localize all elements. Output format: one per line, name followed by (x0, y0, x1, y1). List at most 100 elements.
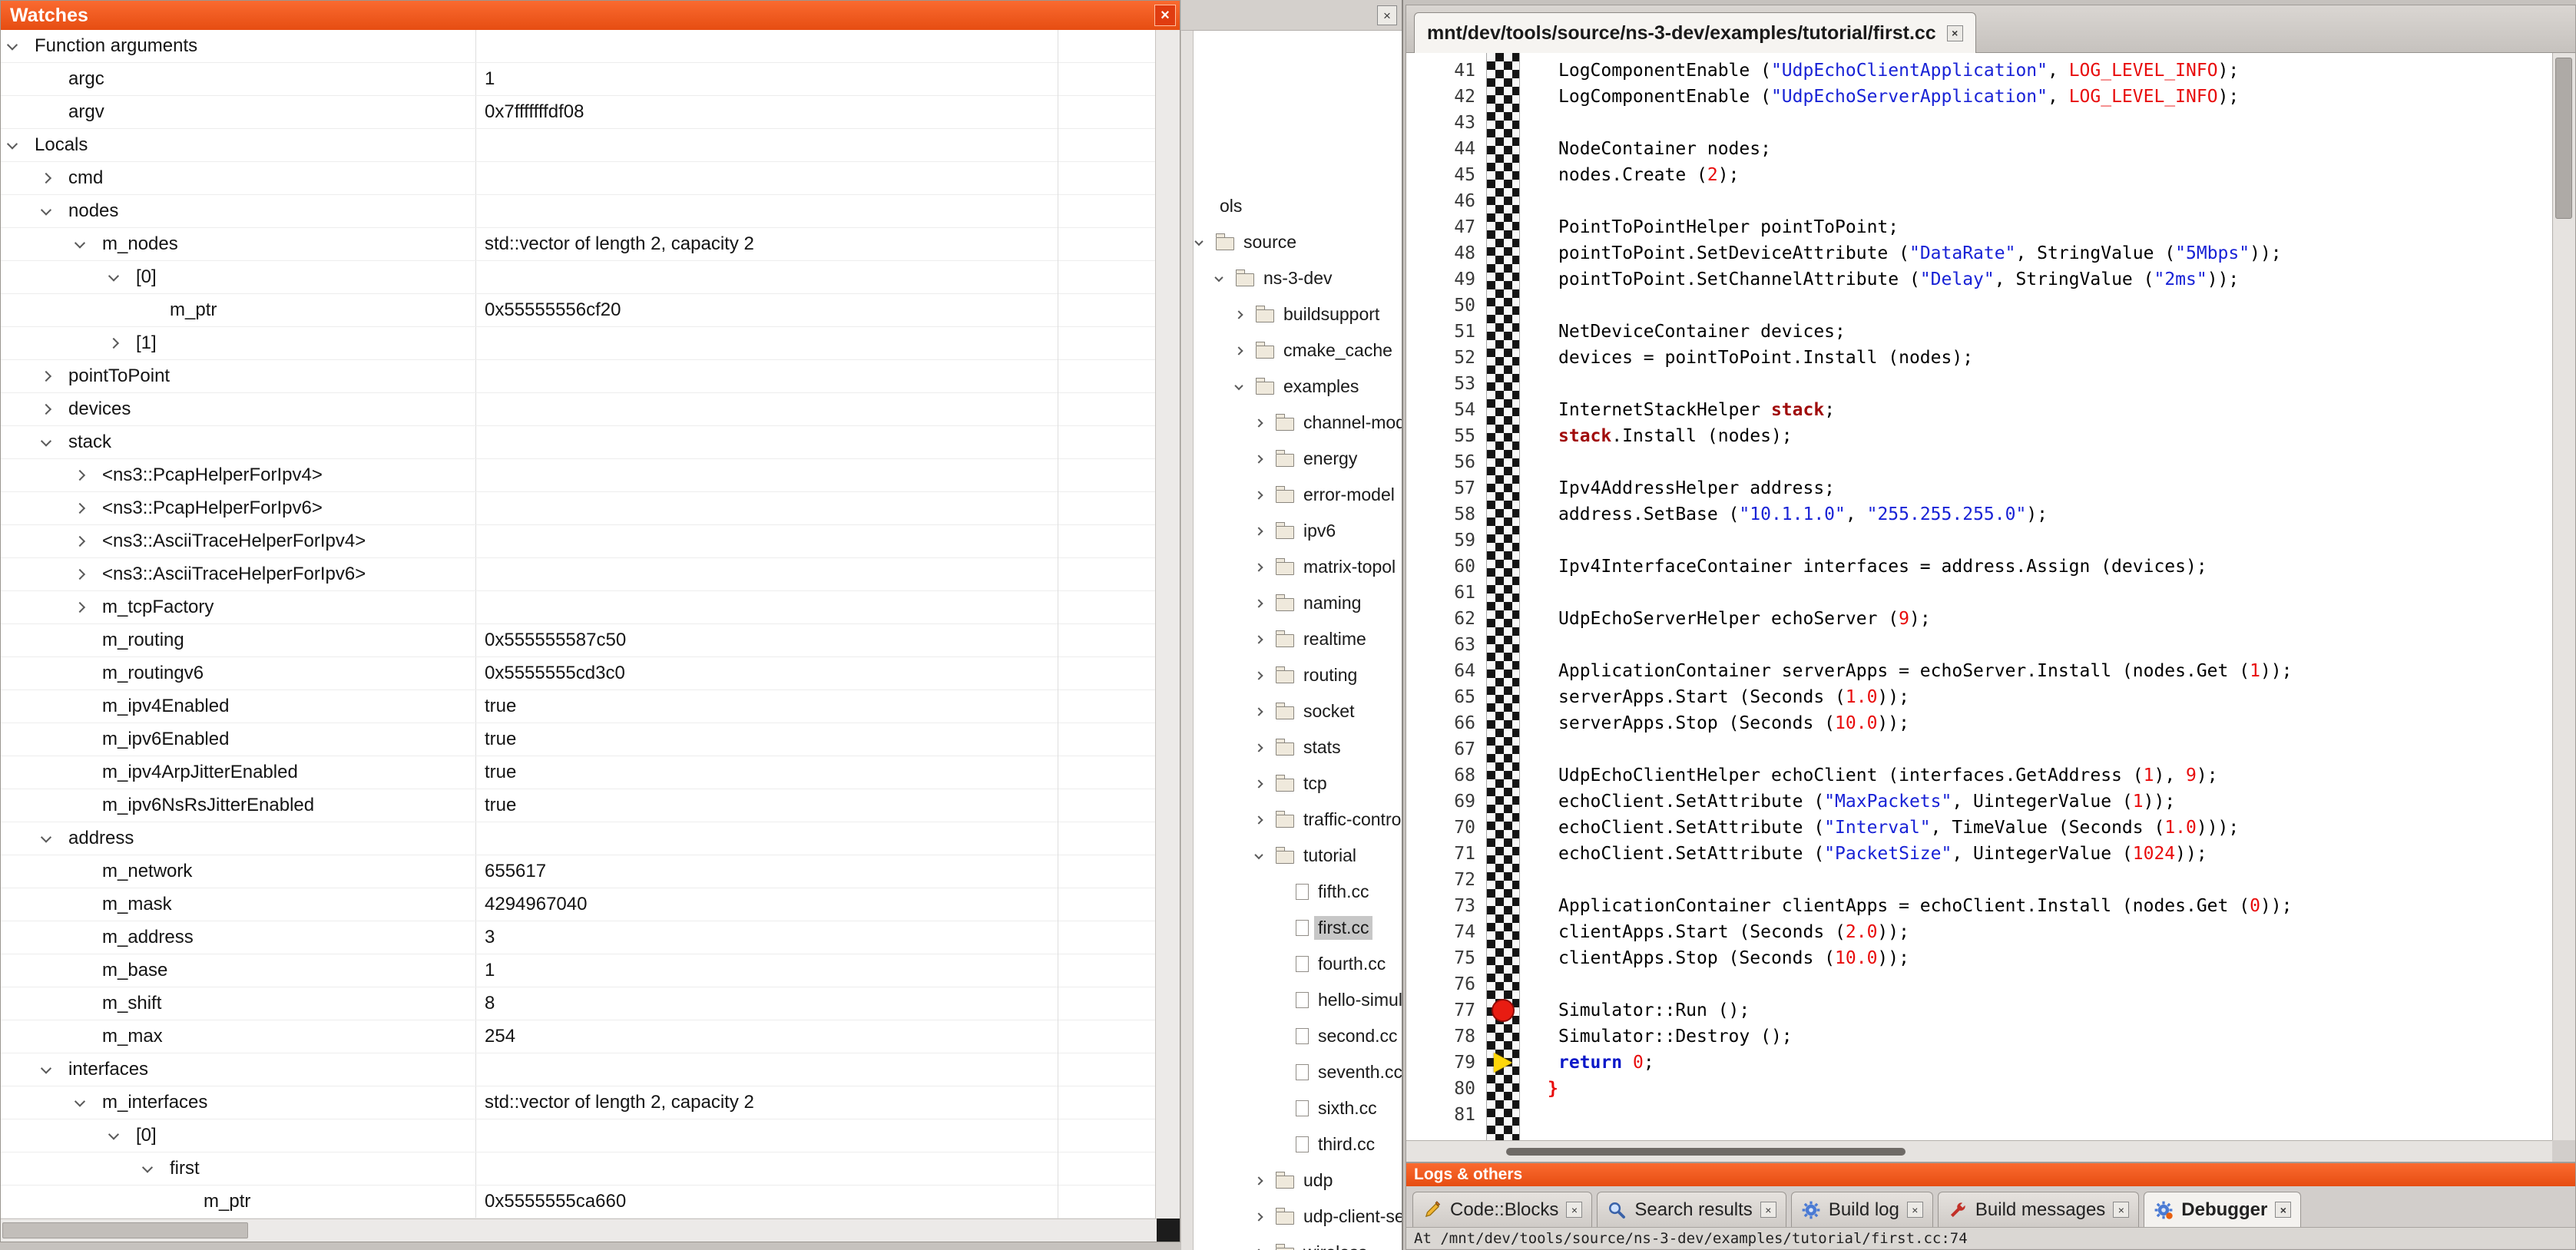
code-line[interactable]: Simulator::Run (); (1520, 997, 2552, 1023)
watch-row[interactable]: m_ipv4ArpJitterEnabledtrue (1, 756, 1155, 789)
expand-arrow-icon[interactable] (1254, 527, 1263, 535)
line-number[interactable]: 78 (1406, 1023, 1486, 1050)
collapse-arrow-icon[interactable] (1254, 850, 1263, 858)
watch-row[interactable]: m_ptr0x55555556cf20 (1, 294, 1155, 327)
code-line[interactable] (1520, 188, 2552, 214)
tree-item[interactable]: sixth.cc (1194, 1090, 1402, 1126)
watch-row[interactable]: Locals (1, 129, 1155, 162)
logs-titlebar[interactable]: Logs & others (1406, 1163, 2575, 1186)
watch-row[interactable]: <ns3::AsciiTraceHelperForIpv6> (1, 558, 1155, 591)
code-line[interactable]: echoClient.SetAttribute ("MaxPackets", U… (1520, 789, 2552, 815)
code-line[interactable] (1520, 110, 2552, 136)
tree-item[interactable]: socket (1194, 693, 1402, 729)
tree-item[interactable]: udp (1194, 1162, 1402, 1199)
line-number[interactable]: 56 (1406, 449, 1486, 475)
code-line[interactable]: NodeContainer nodes; (1520, 136, 2552, 162)
code-line[interactable]: InternetStackHelper stack; (1520, 397, 2552, 423)
line-number[interactable]: 65 (1406, 684, 1486, 710)
code-line[interactable]: address.SetBase ("10.1.1.0", "255.255.25… (1520, 501, 2552, 527)
logs-tab-search-results[interactable]: Search results× (1597, 1192, 1786, 1227)
watch-row[interactable]: argv0x7fffffffdf08 (1, 96, 1155, 129)
watch-row[interactable]: m_ptr0x5555555ca660 (1, 1186, 1155, 1219)
tree-item[interactable]: ipv6 (1194, 513, 1402, 549)
collapse-arrow-icon[interactable] (142, 1162, 153, 1173)
tree-item[interactable]: fourth.cc (1194, 946, 1402, 982)
code-text-column[interactable]: LogComponentEnable ("UdpEchoClientApplic… (1520, 53, 2552, 1140)
line-number[interactable]: 76 (1406, 971, 1486, 997)
tree-item[interactable]: source (1194, 224, 1402, 260)
expand-arrow-icon[interactable] (1234, 310, 1243, 319)
line-number[interactable]: 70 (1406, 815, 1486, 841)
tree-scrollbar[interactable] (1181, 31, 1194, 1250)
line-number[interactable]: 54 (1406, 397, 1486, 423)
logs-tab-build-messages[interactable]: Build messages× (1938, 1192, 2139, 1227)
tab-close-icon[interactable]: × (2275, 1202, 2291, 1218)
code-line[interactable] (1520, 371, 2552, 397)
code-line[interactable]: echoClient.SetAttribute ("PacketSize", U… (1520, 841, 2552, 867)
line-number[interactable]: 59 (1406, 527, 1486, 554)
collapse-arrow-icon[interactable] (1234, 381, 1243, 389)
code-line[interactable]: Ipv4InterfaceContainer interfaces = addr… (1520, 554, 2552, 580)
watch-row[interactable]: m_interfacesstd::vector of length 2, cap… (1, 1086, 1155, 1119)
scrollbar-thumb[interactable] (2, 1222, 248, 1238)
tab-close-icon[interactable]: × (1947, 25, 1963, 41)
collapse-arrow-icon[interactable] (7, 40, 18, 51)
line-number[interactable]: 67 (1406, 736, 1486, 762)
code-line[interactable]: ApplicationContainer serverApps = echoSe… (1520, 658, 2552, 684)
line-number[interactable]: 62 (1406, 606, 1486, 632)
expand-arrow-icon[interactable] (1254, 599, 1263, 607)
collapse-arrow-icon[interactable] (74, 1096, 85, 1107)
code-line[interactable]: Simulator::Destroy (); (1520, 1023, 2552, 1050)
expand-arrow-icon[interactable] (74, 602, 85, 613)
line-number[interactable]: 61 (1406, 580, 1486, 606)
pane-close-icon[interactable]: × (1377, 5, 1397, 25)
watch-row[interactable]: pointToPoint (1, 360, 1155, 393)
collapse-arrow-icon[interactable] (41, 436, 51, 447)
watch-row[interactable]: cmd (1, 162, 1155, 195)
tree-item[interactable]: cmake_cache (1194, 332, 1402, 369)
resize-grip[interactable] (1157, 1219, 1180, 1242)
watch-row[interactable]: <ns3::AsciiTraceHelperForIpv4> (1, 525, 1155, 558)
watch-row[interactable]: m_base1 (1, 954, 1155, 987)
watch-row[interactable]: interfaces (1, 1053, 1155, 1086)
line-number[interactable]: 52 (1406, 345, 1486, 371)
watch-row[interactable]: m_ipv6NsRsJitterEnabledtrue (1, 789, 1155, 822)
line-number[interactable]: 57 (1406, 475, 1486, 501)
line-number[interactable]: 50 (1406, 293, 1486, 319)
tree-item[interactable]: wireless (1194, 1235, 1402, 1250)
watch-row[interactable]: m_shift8 (1, 987, 1155, 1020)
code-line[interactable] (1520, 971, 2552, 997)
expand-arrow-icon[interactable] (1254, 743, 1263, 752)
expand-arrow-icon[interactable] (74, 503, 85, 514)
line-number[interactable]: 72 (1406, 867, 1486, 893)
tree-item[interactable]: routing (1194, 657, 1402, 693)
line-number[interactable]: 69 (1406, 789, 1486, 815)
watch-row[interactable]: m_network655617 (1, 855, 1155, 888)
tree-item[interactable]: hello-simul (1194, 982, 1402, 1018)
scrollbar-thumb[interactable] (1506, 1148, 1906, 1156)
tree-item[interactable]: fifth.cc (1194, 874, 1402, 910)
watch-row[interactable]: stack (1, 426, 1155, 459)
tree-item[interactable]: energy (1194, 441, 1402, 477)
watches-titlebar[interactable]: Watches × (1, 1, 1180, 30)
watch-row[interactable]: first (1, 1152, 1155, 1186)
watch-row[interactable]: nodes (1, 195, 1155, 228)
watches-horizontal-scrollbar[interactable] (1, 1219, 1180, 1242)
tab-close-icon[interactable]: × (2113, 1202, 2129, 1218)
line-number[interactable]: 64 (1406, 658, 1486, 684)
code-line[interactable]: echoClient.SetAttribute ("Interval", Tim… (1520, 815, 2552, 841)
tab-close-icon[interactable]: × (1907, 1202, 1923, 1218)
expand-arrow-icon[interactable] (74, 569, 85, 580)
tree-item[interactable]: error-model (1194, 477, 1402, 513)
editor-vertical-scrollbar[interactable] (2552, 53, 2575, 1140)
logs-tab-build-log[interactable]: Build log× (1791, 1192, 1933, 1227)
tree-item[interactable]: stats (1194, 729, 1402, 766)
line-number[interactable]: 73 (1406, 893, 1486, 919)
watches-vertical-scrollbar[interactable] (1155, 30, 1180, 1219)
code-line[interactable] (1520, 580, 2552, 606)
code-line[interactable]: return 0; (1520, 1050, 2552, 1076)
line-number[interactable]: 48 (1406, 240, 1486, 266)
line-number[interactable]: 46 (1406, 188, 1486, 214)
watch-row[interactable]: argc1 (1, 63, 1155, 96)
code-line[interactable]: stack.Install (nodes); (1520, 423, 2552, 449)
